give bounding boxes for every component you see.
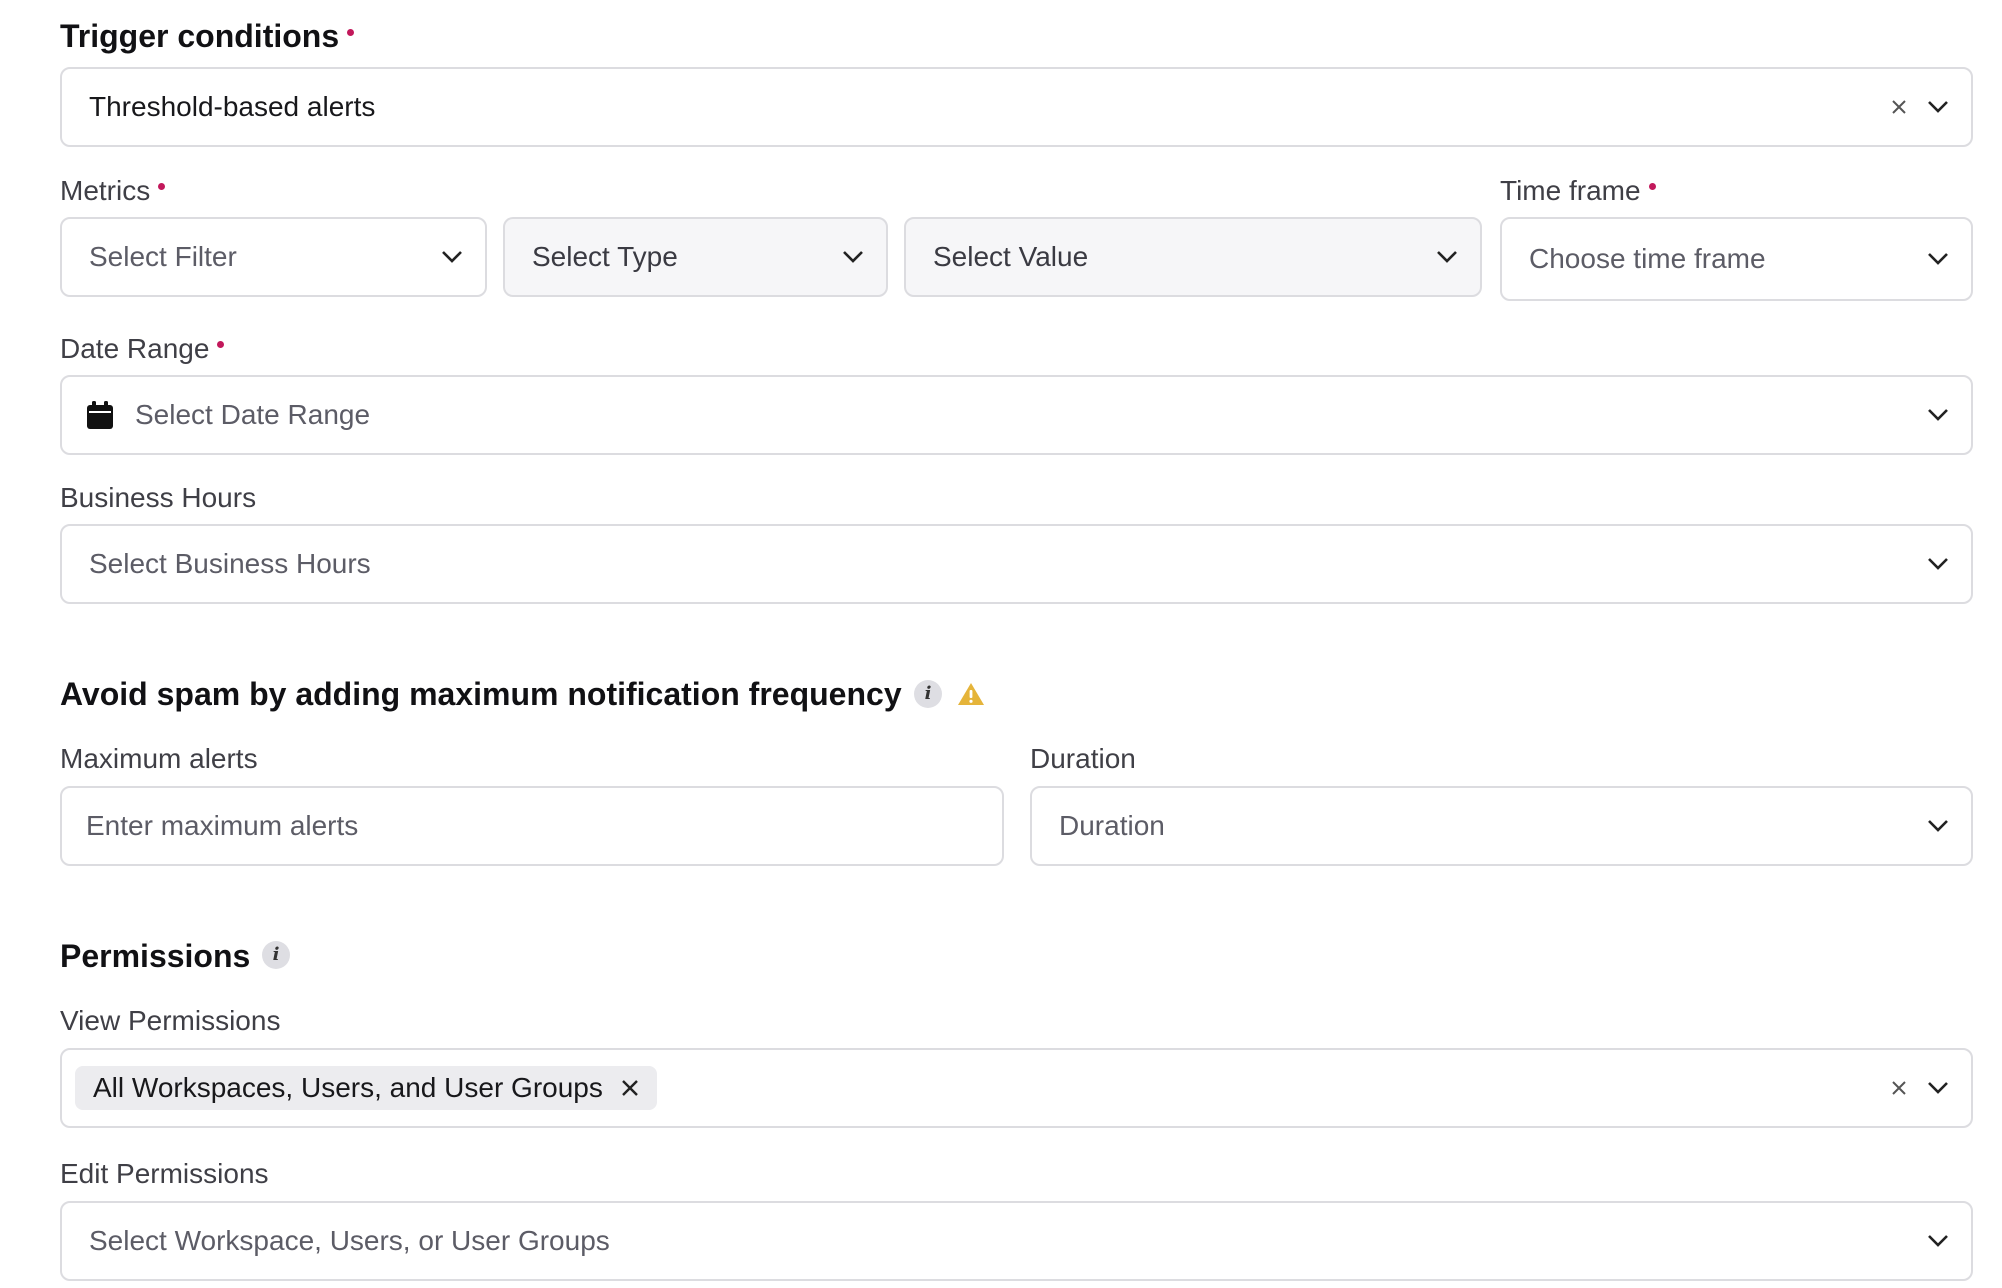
maximum-alerts-placeholder: Enter maximum alerts [86, 810, 359, 841]
view-permissions-chip-label: All Workspaces, Users, and User Groups [93, 1072, 603, 1103]
date-range-label: Date Range [60, 333, 225, 364]
chevron-down-icon [843, 251, 863, 263]
business-hours-placeholder: Select Business Hours [89, 548, 371, 579]
trigger-conditions-select[interactable]: Threshold-based alerts [60, 67, 1973, 147]
time-frame-label: Time frame [1500, 177, 1656, 205]
required-indicator [1648, 183, 1656, 191]
metrics-filter-placeholder: Select Filter [89, 241, 237, 272]
spam-section-title: Avoid spam by adding maximum notificatio… [60, 676, 902, 712]
required-indicator [347, 29, 355, 37]
chevron-down-icon [1928, 101, 1948, 113]
warning-icon[interactable] [957, 681, 985, 707]
edit-permissions-label: Edit Permissions [60, 1158, 269, 1189]
remove-chip-icon[interactable] [621, 1079, 639, 1097]
calendar-icon [87, 401, 113, 429]
chevron-down-icon [1928, 558, 1948, 570]
date-range-label-text: Date Range [60, 333, 210, 364]
date-range-select[interactable]: Select Date Range [60, 375, 1973, 455]
trigger-conditions-title: Trigger conditions [60, 18, 355, 54]
date-range-placeholder: Select Date Range [135, 399, 371, 430]
chevron-down-icon [1928, 1235, 1948, 1247]
metrics-type-select[interactable]: Select Type [503, 217, 888, 297]
time-frame-placeholder: Choose time frame [1529, 243, 1766, 274]
chevron-down-icon [1928, 409, 1948, 421]
duration-label: Duration [1030, 743, 1136, 774]
view-permissions-chip: All Workspaces, Users, and User Groups [75, 1066, 657, 1110]
chevron-down-icon [1437, 251, 1457, 263]
metrics-type-placeholder: Select Type [532, 241, 678, 272]
metrics-filter-select[interactable]: Select Filter [60, 217, 487, 297]
chevron-down-icon [442, 251, 462, 263]
maximum-alerts-input[interactable]: Enter maximum alerts [60, 786, 1004, 866]
chevron-down-icon [1928, 820, 1948, 832]
edit-permissions-select[interactable]: Select Workspace, Users, or User Groups [60, 1201, 1973, 1281]
maximum-alerts-label: Maximum alerts [60, 743, 258, 774]
duration-select[interactable]: Duration [1030, 786, 1973, 866]
clear-icon[interactable] [1891, 99, 1907, 115]
view-permissions-label: View Permissions [60, 1005, 281, 1036]
required-indicator [217, 341, 225, 349]
metrics-label-text: Metrics [60, 175, 151, 206]
time-frame-label-text: Time frame [1500, 175, 1641, 206]
info-icon[interactable]: i [914, 680, 942, 708]
info-icon[interactable]: i [262, 941, 290, 969]
metrics-value-select[interactable]: Select Value [904, 217, 1482, 297]
metrics-label: Metrics [60, 175, 166, 206]
duration-placeholder: Duration [1059, 810, 1165, 841]
metrics-value-placeholder: Select Value [933, 241, 1089, 272]
chevron-down-icon [1928, 1082, 1948, 1094]
trigger-conditions-value: Threshold-based alerts [89, 91, 376, 122]
chevron-down-icon [1928, 253, 1948, 265]
edit-permissions-placeholder: Select Workspace, Users, or User Groups [89, 1225, 610, 1256]
clear-icon[interactable] [1891, 1080, 1907, 1096]
business-hours-label: Business Hours [60, 482, 257, 513]
time-frame-select[interactable]: Choose time frame [1500, 217, 1973, 301]
view-permissions-select[interactable]: All Workspaces, Users, and User Groups [60, 1048, 1973, 1128]
trigger-conditions-title-text: Trigger conditions [60, 18, 340, 54]
business-hours-select[interactable]: Select Business Hours [60, 524, 1973, 604]
required-indicator [158, 183, 166, 191]
permissions-title: Permissions [60, 938, 251, 974]
